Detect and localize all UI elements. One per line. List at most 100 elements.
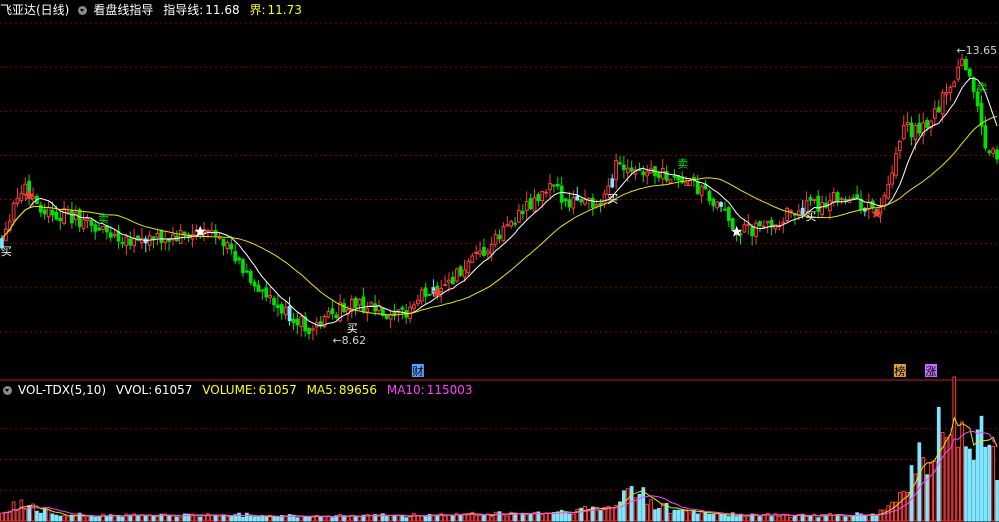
volume-bar (171, 515, 175, 522)
volume-bar (505, 515, 510, 522)
volume-indicator[interactable]: VOL-TDX(5,10) (18, 383, 106, 397)
candle (909, 122, 914, 138)
candle (513, 222, 517, 225)
candle (260, 289, 265, 292)
candle (567, 199, 572, 208)
candle (11, 202, 16, 221)
candle (956, 66, 961, 80)
guide-value: 11.68 (205, 3, 240, 17)
volume-bar (723, 514, 727, 522)
candle (112, 233, 117, 237)
candle (15, 197, 20, 204)
volume-bar (419, 515, 424, 522)
volume-bar (447, 514, 451, 522)
candle (901, 124, 906, 140)
candle (590, 197, 595, 208)
candle (62, 208, 66, 224)
volume-bar (520, 512, 525, 522)
candle (326, 311, 331, 318)
candle (334, 314, 339, 319)
dropdown-icon[interactable] (3, 386, 12, 395)
volume-bar (353, 516, 358, 522)
candle (400, 307, 405, 310)
candle (73, 212, 78, 221)
volume-bar (23, 509, 28, 522)
candle (252, 281, 257, 287)
volume-bar (198, 516, 203, 522)
chart-annotations: ←13.65←8.62买买买买卖卖卖财榜涨 (1, 44, 997, 378)
volume-bar (684, 509, 688, 522)
candle (342, 303, 346, 313)
candle (559, 185, 564, 203)
candle (688, 180, 692, 186)
volume-bar (377, 515, 381, 522)
volume-bar (482, 515, 486, 522)
candle (898, 140, 902, 152)
candle (178, 230, 183, 244)
candle (287, 305, 292, 322)
volume-bar (956, 446, 961, 522)
candle (23, 183, 28, 196)
dropdown-icon[interactable] (78, 6, 88, 15)
indicator-name[interactable]: 看盘线指导 (93, 3, 153, 17)
volume-bar (579, 507, 583, 522)
candle (237, 257, 241, 261)
sell-marker: 卖 (677, 157, 688, 170)
bound-label: 界: (249, 3, 266, 17)
volume-bar (412, 512, 416, 522)
candle (221, 238, 226, 247)
candle (478, 250, 482, 255)
volume-bar (517, 513, 521, 522)
candle (960, 58, 964, 66)
volume-bar (567, 513, 572, 522)
candle (108, 232, 113, 238)
candle (933, 108, 937, 119)
candle (641, 171, 646, 176)
ma5-label: MA5: (306, 383, 337, 397)
volume-bar (120, 516, 125, 522)
high-price-label: ←13.65 (956, 44, 997, 57)
candle (820, 202, 824, 216)
volume-bar (711, 514, 716, 522)
volume-bar (404, 517, 409, 522)
volume-bar (66, 516, 70, 522)
candle (625, 167, 630, 174)
candle (629, 167, 634, 172)
volume-bar (318, 515, 323, 522)
limit-marker: 涨 (925, 365, 936, 378)
candle (905, 122, 910, 126)
candle (353, 297, 358, 309)
volume-bar (217, 515, 222, 522)
volume-bar (544, 512, 549, 522)
volume-bar (85, 516, 90, 522)
volume-bar (54, 514, 59, 522)
volume-bar (151, 515, 156, 522)
volume-bar (528, 513, 533, 522)
volume-bar (0, 512, 4, 522)
candle (124, 236, 129, 247)
candle (602, 193, 607, 204)
candle (241, 259, 245, 274)
volume-bar (450, 515, 455, 522)
candle (828, 200, 832, 212)
candle (427, 293, 432, 296)
candle (707, 191, 712, 201)
candle (781, 221, 786, 224)
volume-bar (598, 510, 603, 522)
volume-bar (587, 509, 591, 522)
ma5-value: 89656 (338, 383, 378, 397)
candle (839, 197, 844, 201)
volume-bar (835, 514, 840, 522)
volume-bar (408, 516, 412, 522)
candle (540, 190, 545, 201)
candle (365, 308, 370, 313)
volume-bar (746, 515, 751, 522)
volume-bar (808, 516, 813, 522)
volume-bar (35, 510, 39, 522)
candle (233, 251, 238, 262)
volume-bar (15, 510, 20, 522)
candle (54, 211, 59, 220)
volume-bar (81, 516, 86, 522)
volume-bar (346, 515, 350, 522)
guide-label: 指导线: (163, 3, 204, 17)
